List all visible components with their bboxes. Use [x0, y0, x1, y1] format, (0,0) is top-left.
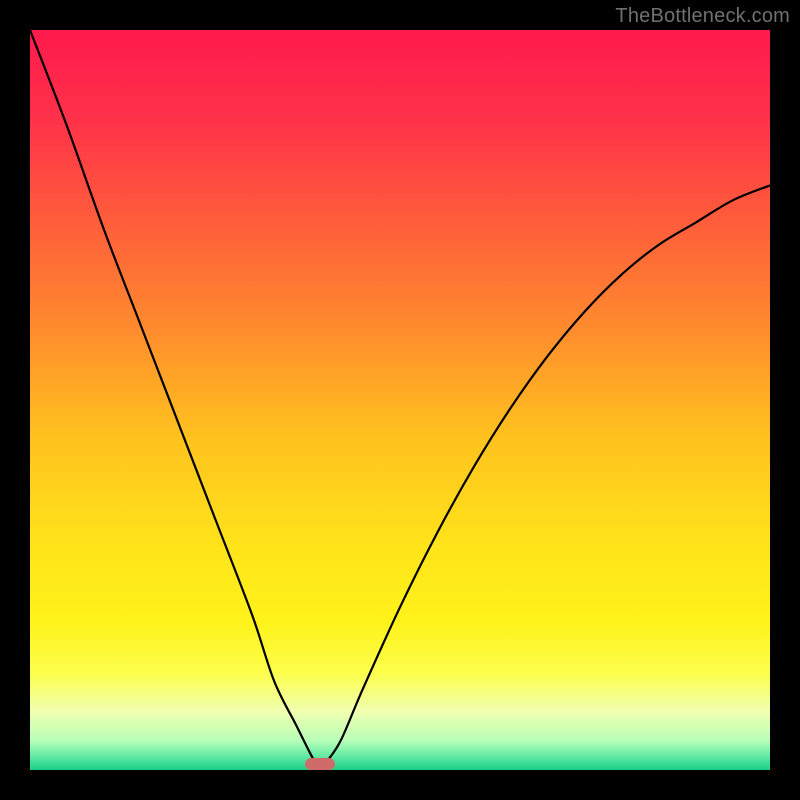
watermark-text: TheBottleneck.com [615, 5, 790, 28]
bottleneck-curve [30, 30, 770, 770]
plot-frame [30, 30, 770, 770]
minimum-marker [305, 758, 335, 770]
